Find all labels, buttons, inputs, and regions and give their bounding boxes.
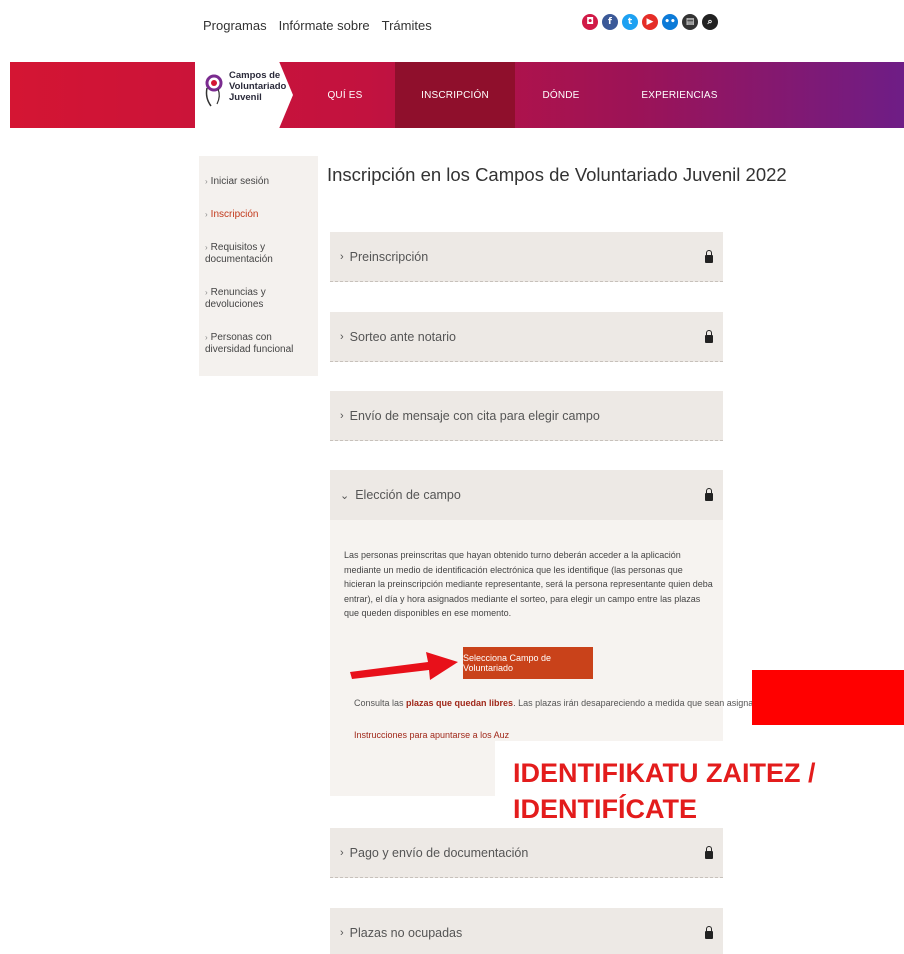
logo-line-1: Campos de (229, 70, 281, 81)
chevron-right-icon: › (340, 409, 344, 422)
instagram-icon[interactable]: ◘ (582, 14, 598, 30)
plazas-libres-link[interactable]: plazas que quedan libres (406, 698, 513, 708)
logo-mark-icon (205, 74, 223, 107)
chevron-right-icon: › (205, 177, 208, 186)
note-suffix: . Las plazas irán desapareciendo a medid… (513, 698, 771, 708)
blog-icon[interactable]: ▤ (682, 14, 698, 30)
overlay-line-2: IDENTIFÍCATE (513, 794, 697, 824)
section-label: Preinscripción (349, 249, 429, 264)
sidebar-item-label: Personas con diversidad funcional (205, 332, 294, 355)
nav-donde[interactable]: DÓNDE (515, 62, 607, 128)
search-icon[interactable]: ⌕ (702, 14, 718, 30)
note-prefix: Consulta las (354, 698, 407, 708)
chevron-right-icon: › (205, 288, 208, 297)
lock-icon (705, 330, 713, 343)
youtube-icon[interactable]: ▶ (642, 14, 658, 30)
site-logo[interactable]: Campos de Voluntariado Juvenil (195, 62, 293, 128)
sidebar-item-iniciar-sesion[interactable]: › Iniciar sesión (205, 176, 314, 188)
logo-line-2: Voluntariado (229, 81, 287, 92)
twitter-icon[interactable]: t (622, 14, 638, 30)
instrucciones-link[interactable]: Instrucciones para apuntarse a los Auz (354, 730, 509, 740)
plazas-libres-note: Consulta las plazas que quedan libres. L… (354, 698, 770, 708)
sidebar-item-label: Inscripción (210, 209, 259, 220)
main-navigation: QUÍ ES INSCRIPCIÓN DÓNDE EXPERIENCIAS (295, 62, 752, 128)
section-eleccion-campo[interactable]: ⌄ Elección de campo (330, 470, 723, 520)
lock-icon (705, 488, 713, 501)
sidebar-item-requisitos[interactable]: › Requisitos y documentación (205, 242, 314, 266)
section-preinscripcion[interactable]: › Preinscripción (330, 232, 723, 282)
lock-icon (705, 926, 713, 939)
panel-description: Las personas preinscritas que hayan obte… (344, 550, 713, 618)
chevron-down-icon: ⌄ (340, 489, 350, 502)
facebook-icon[interactable]: f (602, 14, 618, 30)
flickr-icon[interactable]: •• (662, 14, 678, 30)
page-title: Inscripción en los Campos de Voluntariad… (327, 164, 787, 185)
chevron-right-icon: › (340, 250, 344, 263)
sidebar-item-label: Renuncias y devoluciones (205, 287, 266, 310)
lock-icon (705, 846, 713, 859)
red-highlight-block (752, 670, 904, 725)
section-label: Pago y envío de documentación (349, 845, 529, 860)
section-label: Elección de campo (355, 488, 461, 502)
section-plazas-no-ocupadas[interactable]: › Plazas no ocupadas (330, 908, 723, 954)
chevron-right-icon: › (340, 330, 344, 343)
chevron-right-icon: › (205, 210, 208, 219)
topnav-tramites[interactable]: Trámites (382, 18, 432, 33)
logo-line-3: Juvenil (229, 92, 262, 103)
topnav-programas[interactable]: Programas (203, 18, 267, 33)
chevron-right-icon: › (340, 926, 344, 939)
nav-quien-es[interactable]: QUÍ ES (295, 62, 395, 128)
red-arrow-icon (350, 652, 458, 680)
nav-experiencias[interactable]: EXPERIENCIAS (607, 62, 752, 128)
section-envio-mensaje[interactable]: › Envío de mensaje con cita para elegir … (330, 391, 723, 441)
sidebar-item-label: Requisitos y documentación (205, 242, 273, 265)
sidebar-item-diversidad[interactable]: › Personas con diversidad funcional (205, 332, 314, 356)
section-label: Sorteo ante notario (349, 329, 456, 344)
section-label: Envío de mensaje con cita para elegir ca… (349, 408, 600, 423)
logo-text: Campos de Voluntariado Juvenil (229, 70, 286, 103)
chevron-right-icon: › (205, 333, 208, 342)
nav-inscripcion[interactable]: INSCRIPCIÓN (395, 62, 515, 128)
section-label: Plazas no ocupadas (349, 925, 463, 940)
sidebar: › Iniciar sesión › Inscripción › Requisitos… (199, 156, 318, 376)
sidebar-item-inscripcion[interactable]: › Inscripción (205, 209, 314, 221)
chevron-right-icon: › (340, 846, 344, 859)
social-links: ◘ f t ▶ •• ▤ ⌕ (582, 14, 718, 30)
sidebar-item-renuncias[interactable]: › Renuncias y devoluciones (205, 287, 314, 311)
top-navigation: Programas Infórmate sobre Trámites (203, 18, 432, 33)
overlay-identificate-text: IDENTIFIKATU ZAITEZ / IDENTIFÍCATE (513, 755, 815, 827)
sidebar-item-label: Iniciar sesión (210, 176, 270, 187)
selecciona-campo-button[interactable]: Selecciona Campo de Voluntariado (463, 647, 593, 679)
section-sorteo[interactable]: › Sorteo ante notario (330, 312, 723, 362)
chevron-right-icon: › (205, 243, 208, 252)
topnav-informate[interactable]: Infórmate sobre (279, 18, 370, 33)
lock-icon (705, 250, 713, 263)
instrucciones-note: Instrucciones para apuntarse a los Auz (354, 730, 509, 740)
overlay-line-1: IDENTIFIKATU ZAITEZ / (513, 758, 816, 788)
section-pago[interactable]: › Pago y envío de documentación (330, 828, 723, 878)
